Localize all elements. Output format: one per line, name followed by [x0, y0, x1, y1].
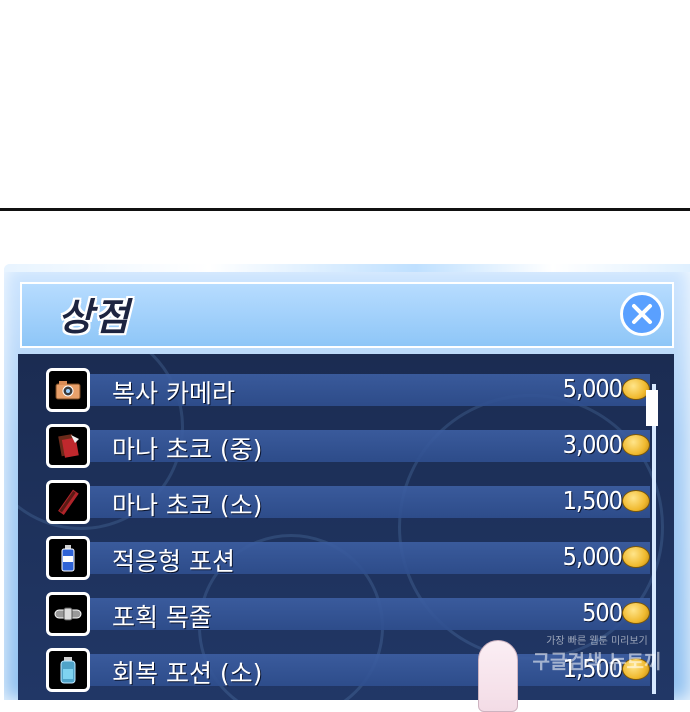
- item-price: 5,000: [562, 542, 623, 571]
- chocolate-icon: [58, 434, 79, 458]
- item-icon-frame: [46, 536, 90, 580]
- item-price: 1,500: [562, 486, 623, 515]
- gold-coin-icon: [622, 490, 650, 512]
- watermark-line-1: 가장 빠른 웹툰 미리보기: [546, 636, 648, 647]
- item-name: 복사 카메라: [112, 379, 235, 408]
- shop-item-row[interactable]: 복사 카메라 5,000: [46, 366, 652, 414]
- item-name: 회복 포션 (소): [112, 659, 263, 688]
- camera-icon: [55, 381, 81, 400]
- collar-icon: [54, 607, 82, 621]
- item-icon-frame: [46, 480, 90, 524]
- shop-title: 상점: [58, 295, 130, 339]
- watermark: 가장 빠른 웹툰 미리보기 구글검색 뉴토끼: [512, 632, 682, 674]
- item-price: 500: [582, 598, 623, 627]
- item-name: 적응형 포션: [112, 547, 235, 576]
- close-button[interactable]: [620, 292, 664, 336]
- gold-coin-icon: [622, 546, 650, 568]
- item-icon-frame: [46, 424, 90, 468]
- item-price: 5,000: [562, 374, 623, 403]
- recovery-potion-icon: [60, 657, 76, 684]
- item-icon-frame: [46, 368, 90, 412]
- close-x-icon: [632, 304, 652, 324]
- item-name: 마나 초코 (소): [112, 491, 263, 520]
- watermark-line-2: 구글검색 뉴토끼: [532, 651, 662, 673]
- gold-coin-icon: [622, 434, 650, 456]
- potion-bottle-icon: [61, 545, 75, 572]
- shop-header: 상점: [20, 282, 674, 348]
- window-glow: [4, 264, 690, 272]
- shop-item-row[interactable]: 마나 초코 (중) 3,000: [46, 422, 652, 470]
- item-name: 마나 초코 (중): [112, 435, 263, 464]
- item-icon-frame: [46, 648, 90, 692]
- chocolate-bar-icon: [58, 489, 79, 515]
- panel-divider-line: [0, 208, 690, 211]
- item-name: 포획 목줄: [112, 603, 212, 632]
- scrollbar-thumb[interactable]: [646, 390, 658, 426]
- gold-coin-icon: [622, 602, 650, 624]
- item-price: 3,000: [562, 430, 623, 459]
- shop-item-row[interactable]: 마나 초코 (소) 1,500: [46, 478, 652, 526]
- shop-item-row[interactable]: 포획 목줄 500: [46, 590, 652, 638]
- item-icon-frame: [46, 592, 90, 636]
- shop-item-row[interactable]: 적응형 포션 5,000: [46, 534, 652, 582]
